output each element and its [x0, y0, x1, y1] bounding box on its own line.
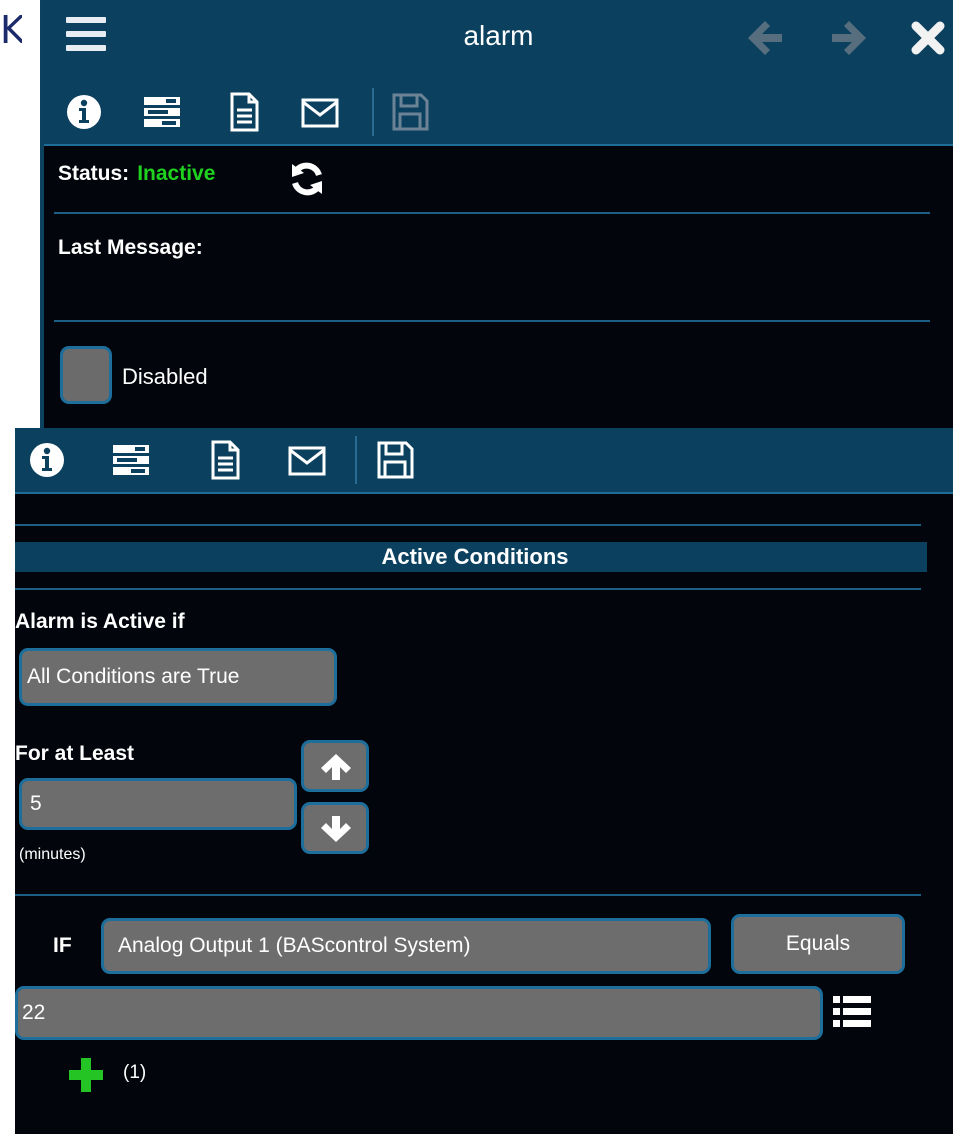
alarm-mode-label: Alarm is Active if	[15, 610, 185, 633]
envelope-icon[interactable]	[300, 92, 340, 132]
toolbar-separator	[372, 88, 374, 136]
panel-toolbar	[44, 80, 953, 146]
alarm-mode-value: All Conditions are True	[27, 665, 240, 688]
envelope-icon[interactable]	[287, 440, 327, 480]
server-icon[interactable]	[142, 92, 182, 132]
server-icon[interactable]	[111, 440, 151, 480]
section-divider	[15, 894, 921, 896]
section-header: Active Conditions	[15, 542, 927, 572]
alarm-panel: alarm Status: Inactive Last Message: Dis…	[40, 0, 953, 430]
panel-toolbar	[15, 428, 953, 494]
title-bar: alarm	[44, 0, 953, 82]
last-message-label: Last Message:	[58, 236, 203, 259]
conditions-panel: Active Conditions Alarm is Active if All…	[15, 428, 953, 1134]
status-value: Inactive	[137, 162, 216, 185]
increment-button[interactable]	[301, 740, 369, 792]
condition-count: (1)	[123, 1062, 147, 1083]
duration-value: 5	[30, 792, 42, 815]
arrow-up-icon	[321, 754, 351, 780]
duration-label: For at Least	[15, 742, 135, 765]
document-icon[interactable]	[224, 92, 264, 132]
close-icon[interactable]	[910, 20, 946, 56]
section-divider	[15, 524, 921, 526]
section-divider	[15, 588, 921, 590]
enable-toggle[interactable]	[60, 346, 112, 404]
divider	[54, 212, 930, 214]
forward-arrow-icon[interactable]	[828, 18, 868, 58]
duration-unit: (minutes)	[19, 846, 86, 863]
condition-operator-select[interactable]: Equals	[731, 914, 905, 974]
status-label: Status:	[58, 162, 130, 185]
save-icon[interactable]	[390, 92, 430, 132]
window-title: alarm	[463, 20, 534, 51]
info-icon[interactable]	[27, 440, 67, 480]
condition-value: 22	[22, 1001, 46, 1024]
toolbar-separator	[355, 436, 357, 484]
divider	[54, 320, 930, 322]
condition-object-select[interactable]: Analog Output 1 (BAScontrol System)	[101, 918, 711, 974]
status-row: Status: Inactive	[58, 162, 215, 186]
alarm-mode-select[interactable]: All Conditions are True	[19, 648, 337, 706]
if-label: IF	[53, 934, 72, 957]
condition-object-value: Analog Output 1 (BAScontrol System)	[118, 934, 471, 957]
decrement-button[interactable]	[301, 802, 369, 854]
condition-operator-value: Equals	[785, 932, 851, 955]
arrow-down-icon	[321, 816, 351, 842]
back-arrow-icon[interactable]	[746, 18, 786, 58]
document-icon[interactable]	[205, 440, 245, 480]
add-condition-icon[interactable]	[69, 1058, 103, 1092]
refresh-icon[interactable]	[288, 160, 326, 198]
duration-input[interactable]: 5	[19, 778, 297, 830]
condition-value-input[interactable]: 22	[15, 986, 823, 1040]
enable-toggle-label: Disabled	[122, 364, 208, 389]
info-icon[interactable]	[64, 92, 104, 132]
save-icon[interactable]	[375, 440, 415, 480]
list-icon[interactable]	[833, 994, 873, 1030]
edge-fragment-glyph: K	[0, 10, 22, 50]
